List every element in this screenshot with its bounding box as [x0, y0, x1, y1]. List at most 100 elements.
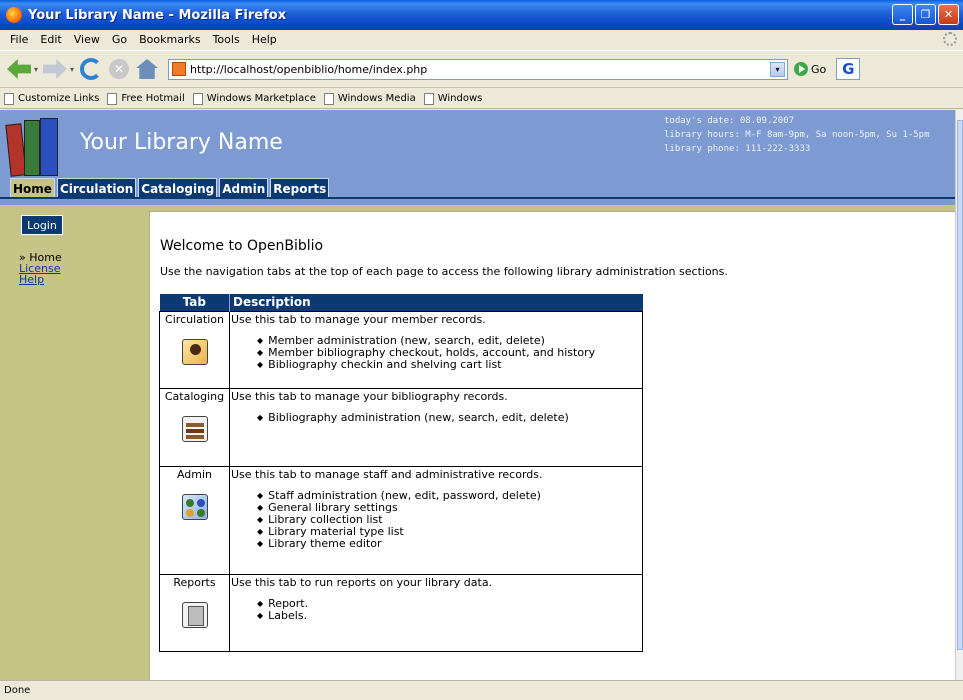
list-item: General library settings	[257, 502, 641, 514]
address-text: http://localhost/openbiblio/home/index.p…	[190, 62, 428, 76]
feature-list: Staff administration (new, edit, passwor…	[257, 490, 641, 550]
report-icon	[181, 601, 208, 628]
bookmark-windows-media[interactable]: Windows Media	[323, 92, 416, 105]
table-row: Reports Use this tab to run reports on y…	[159, 573, 643, 652]
stop-icon: ✕	[109, 59, 130, 79]
library-logo-icon	[5, 116, 66, 177]
table-row: Circulation Use this tab to manage your …	[159, 310, 643, 389]
list-item: Report.	[257, 598, 641, 610]
todays-date: today's date: 08.09.2007	[664, 116, 795, 126]
library-hours: library hours: M-F 8am-9pm, Sa noon-5pm,…	[664, 130, 930, 140]
list-item: Bibliography administration (new, search…	[257, 412, 641, 424]
list-item: Bibliography checkin and shelving cart l…	[257, 359, 641, 371]
menu-help[interactable]: Help	[246, 33, 283, 46]
google-icon: G	[842, 60, 855, 78]
menu-view[interactable]: View	[68, 33, 106, 46]
menu-file[interactable]: File	[4, 33, 34, 46]
page-icon	[192, 92, 203, 105]
description-cell: Use this tab to run reports on your libr…	[229, 573, 643, 652]
page-icon	[323, 92, 334, 105]
status-text: Done	[4, 685, 31, 696]
tab-name: Circulation	[165, 312, 224, 326]
feature-list: Report. Labels.	[257, 598, 641, 622]
tab-name: Cataloging	[164, 389, 225, 403]
address-bar[interactable]: http://localhost/openbiblio/home/index.p…	[168, 58, 789, 80]
reload-button[interactable]	[78, 56, 104, 82]
minimize-button[interactable]: _	[892, 4, 913, 25]
menu-go[interactable]: Go	[106, 33, 133, 46]
search-box[interactable]: G	[836, 58, 861, 80]
tab-cell: Cataloging	[159, 387, 230, 467]
tab-cataloging[interactable]: Cataloging	[138, 178, 218, 198]
tab-cell: Circulation	[159, 310, 230, 389]
description-lead: Use this tab to manage staff and adminis…	[231, 467, 543, 481]
menu-edit[interactable]: Edit	[34, 33, 67, 46]
content-panel: Welcome to OpenBiblio Use the navigation…	[149, 211, 955, 680]
back-button[interactable]	[6, 56, 32, 82]
menu-bar: File Edit View Go Bookmarks Tools Help	[0, 30, 963, 49]
books-icon	[181, 415, 208, 442]
login-button[interactable]: Login	[21, 215, 63, 235]
go-button[interactable]: Go	[794, 62, 826, 76]
site-favicon-icon	[172, 62, 187, 76]
menu-bookmarks[interactable]: Bookmarks	[133, 33, 206, 46]
sections-table: Tab Description Circulation Use this tab…	[159, 294, 643, 652]
page-icon	[4, 92, 14, 105]
bookmark-windows-marketplace[interactable]: Windows Marketplace	[192, 92, 316, 105]
tab-circulation[interactable]: Circulation	[56, 178, 137, 198]
forward-dropdown-icon[interactable]: ▾	[70, 65, 74, 74]
bookmark-label: Windows Marketplace	[206, 93, 316, 104]
stop-button[interactable]: ✕	[106, 56, 132, 82]
reload-icon	[80, 58, 103, 80]
table-header-row: Tab Description	[159, 294, 643, 311]
tab-name: Reports	[173, 575, 216, 589]
home-icon	[136, 59, 159, 79]
sidebar-nav: » Home License Help	[19, 252, 62, 285]
intro-text: Use the navigation tabs at the top of ea…	[160, 265, 728, 278]
bookmark-free-hotmail[interactable]: Free Hotmail	[107, 92, 185, 105]
description-lead: Use this tab to run reports on your libr…	[231, 575, 493, 589]
table-row: Cataloging Use this tab to manage your b…	[159, 387, 643, 467]
library-phone: library phone: 111-222-3333	[664, 144, 811, 154]
table-row: Admin Use this tab to manage staff and a…	[159, 465, 643, 575]
scrollbar-thumb[interactable]	[957, 120, 963, 650]
window-controls: _ ❐ ✕	[892, 4, 959, 25]
tab-reports[interactable]: Reports	[270, 178, 330, 198]
staff-icon	[181, 493, 208, 520]
description-lead: Use this tab to manage your bibliography…	[231, 389, 508, 403]
list-item: Member administration (new, search, edit…	[257, 335, 641, 347]
page-icon	[423, 92, 434, 105]
tab-admin[interactable]: Admin	[219, 178, 269, 198]
list-item: Library material type list	[257, 526, 641, 538]
tab-home[interactable]: Home	[10, 178, 55, 198]
home-button[interactable]	[134, 56, 160, 82]
go-label: Go	[811, 62, 827, 76]
tab-name: Admin	[176, 467, 213, 481]
help-link[interactable]: Help	[19, 274, 62, 285]
feature-list: Member administration (new, search, edit…	[257, 335, 641, 371]
tab-cell: Admin	[159, 465, 230, 575]
close-button[interactable]: ✕	[938, 4, 959, 25]
member-icon	[181, 338, 208, 365]
menu-tools[interactable]: Tools	[207, 33, 246, 46]
bookmark-label: Free Hotmail	[121, 93, 185, 104]
address-dropdown-icon[interactable]: ▾	[770, 61, 786, 77]
tab-cell: Reports	[159, 573, 230, 652]
firefox-icon	[6, 7, 22, 23]
web-page: Your Library Name today's date: 08.09.20…	[0, 110, 955, 680]
maximize-button[interactable]: ❐	[915, 4, 936, 25]
list-item: Member bibliography checkout, holds, acc…	[257, 347, 641, 359]
vertical-scrollbar[interactable]	[955, 110, 963, 680]
forward-button[interactable]	[42, 56, 68, 82]
library-info: today's date: 08.09.2007 library hours: …	[664, 114, 930, 156]
bookmark-customize-links[interactable]: Customize Links	[4, 92, 100, 105]
back-dropdown-icon[interactable]: ▾	[34, 65, 38, 74]
window-title: Your Library Name - Mozilla Firefox	[28, 7, 287, 23]
list-item: Library theme editor	[257, 538, 641, 550]
list-item: Labels.	[257, 610, 641, 622]
bookmark-windows[interactable]: Windows	[423, 92, 482, 105]
bookmarks-toolbar: Customize Links Free Hotmail Windows Mar…	[0, 89, 963, 109]
bookmark-label: Customize Links	[18, 93, 100, 104]
list-item: Library collection list	[257, 514, 641, 526]
description-cell: Use this tab to manage your bibliography…	[229, 387, 643, 467]
